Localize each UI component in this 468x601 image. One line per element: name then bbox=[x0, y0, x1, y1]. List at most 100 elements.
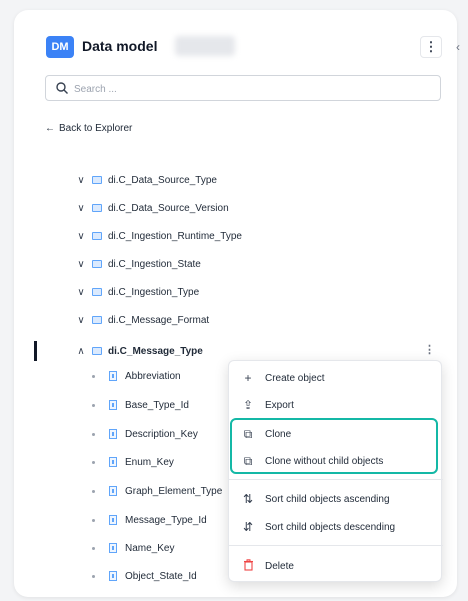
back-to-explorer-link[interactable]: ← Back to Explorer bbox=[45, 123, 132, 134]
menu-divider bbox=[229, 479, 443, 480]
row-kebab-icon[interactable]: ⋮ bbox=[424, 343, 435, 356]
tree-item[interactable]: ∨ di.C_Ingestion_State bbox=[74, 254, 201, 274]
panel-header: DM Data model ⋮ ‹ bbox=[30, 22, 460, 70]
plus-icon: + bbox=[244, 371, 252, 385]
menu-item-label: Sort child objects ascending bbox=[265, 493, 390, 505]
bullet-dot bbox=[92, 403, 95, 407]
menu-item-sort-ascending[interactable]: ⇅ Sort child objects ascending bbox=[229, 486, 443, 512]
menu-item-sort-descending[interactable]: ⇵ Sort child objects descending bbox=[229, 514, 443, 540]
tree-item-label: di.C_Data_Source_Version bbox=[108, 202, 229, 214]
list-item-label: Base_Type_Id bbox=[125, 399, 189, 411]
tree-item-label: di.C_Ingestion_State bbox=[108, 258, 201, 270]
table-icon bbox=[92, 232, 102, 240]
sort-ascending-icon: ⇅ bbox=[242, 492, 254, 506]
table-icon bbox=[92, 288, 102, 296]
bullet-dot bbox=[92, 574, 95, 578]
list-item[interactable]: Base_Type_Id bbox=[92, 395, 189, 415]
clone-icon: ⧉ bbox=[243, 426, 253, 441]
list-item-label: Abbreviation bbox=[125, 370, 181, 382]
sort-descending-icon: ⇵ bbox=[242, 520, 254, 534]
menu-item-clone[interactable]: ⧉ Clone bbox=[229, 421, 443, 447]
table-icon bbox=[92, 316, 102, 324]
bullet-dot bbox=[92, 374, 95, 378]
column-icon bbox=[109, 371, 117, 381]
bullet-dot bbox=[92, 518, 95, 522]
list-item[interactable]: Enum_Key bbox=[92, 452, 174, 472]
table-icon bbox=[92, 347, 102, 355]
menu-item-create-object[interactable]: + Create object bbox=[229, 365, 443, 391]
kebab-icon: ⋮ bbox=[424, 39, 438, 54]
bullet-dot bbox=[92, 460, 95, 464]
chevron-left-icon: ‹ bbox=[456, 40, 460, 54]
list-item[interactable]: Abbreviation bbox=[92, 366, 181, 386]
column-icon bbox=[109, 429, 117, 439]
list-item[interactable]: Message_Type_Id bbox=[92, 510, 207, 530]
list-item-label: Enum_Key bbox=[125, 456, 174, 468]
table-icon bbox=[92, 176, 102, 184]
list-item[interactable]: Graph_Element_Type bbox=[92, 481, 222, 501]
chevron-down-icon[interactable]: ∨ bbox=[74, 315, 88, 326]
selection-indicator bbox=[34, 341, 37, 361]
column-icon bbox=[109, 571, 117, 581]
tree-item[interactable]: ∨ di.C_Ingestion_Type bbox=[74, 282, 199, 302]
tree-item[interactable]: ∨ di.C_Data_Source_Version bbox=[74, 198, 229, 218]
menu-item-label: Sort child objects descending bbox=[265, 521, 396, 533]
bullet-dot bbox=[92, 546, 95, 550]
list-item-label: Name_Key bbox=[125, 542, 175, 554]
tree-item-selected[interactable]: ∧ di.C_Message_Type bbox=[74, 341, 203, 361]
tree-item-label: di.C_Data_Source_Type bbox=[108, 174, 217, 186]
more-options-button[interactable]: ⋮ bbox=[420, 36, 442, 58]
chevron-down-icon[interactable]: ∨ bbox=[74, 231, 88, 242]
list-item-label: Description_Key bbox=[125, 428, 198, 440]
collapse-panel-button[interactable]: ‹ bbox=[448, 36, 468, 58]
tree-item-label: di.C_Message_Format bbox=[108, 314, 210, 326]
search-field[interactable] bbox=[45, 75, 441, 101]
bullet-dot bbox=[92, 489, 95, 493]
menu-item-label: Export bbox=[265, 399, 294, 411]
menu-item-label: Delete bbox=[265, 560, 294, 572]
chevron-down-icon[interactable]: ∨ bbox=[74, 259, 88, 270]
redacted-name bbox=[175, 36, 235, 56]
list-item-label: Message_Type_Id bbox=[125, 514, 207, 526]
chevron-up-icon[interactable]: ∧ bbox=[74, 346, 88, 357]
bullet-dot bbox=[92, 432, 95, 436]
context-menu: + Create object ⇪ Export ⧉ Clone ⧉ Clone… bbox=[228, 360, 443, 582]
tree-item[interactable]: ∨ di.C_Data_Source_Type bbox=[74, 170, 217, 190]
menu-item-label: Create object bbox=[265, 372, 325, 384]
search-icon bbox=[56, 82, 68, 94]
tree-item-label: di.C_Message_Type bbox=[108, 345, 203, 357]
tree-item-label: di.C_Ingestion_Type bbox=[108, 286, 200, 298]
tree-item[interactable]: ∨ di.C_Ingestion_Runtime_Type bbox=[74, 226, 242, 246]
chevron-down-icon[interactable]: ∨ bbox=[74, 203, 88, 214]
panel-title: Data model bbox=[82, 38, 158, 54]
list-item[interactable]: Object_State_Id bbox=[92, 566, 197, 586]
chevron-down-icon[interactable]: ∨ bbox=[74, 175, 88, 186]
back-link-label: Back to Explorer bbox=[59, 123, 133, 134]
menu-item-label: Clone without child objects bbox=[265, 455, 384, 467]
menu-divider bbox=[229, 545, 443, 546]
export-icon: ⇪ bbox=[242, 398, 254, 412]
column-icon bbox=[109, 457, 117, 467]
chevron-down-icon[interactable]: ∨ bbox=[74, 287, 88, 298]
table-icon bbox=[92, 260, 102, 268]
list-item[interactable]: Name_Key bbox=[92, 538, 174, 558]
column-icon bbox=[109, 400, 117, 410]
menu-item-delete[interactable]: Delete bbox=[229, 553, 443, 579]
column-icon bbox=[109, 543, 117, 553]
clone-icon: ⧉ bbox=[243, 453, 253, 468]
column-icon bbox=[109, 486, 117, 496]
menu-item-label: Clone bbox=[265, 428, 292, 440]
menu-item-export[interactable]: ⇪ Export bbox=[229, 392, 443, 418]
arrow-left-icon: ← bbox=[45, 123, 55, 134]
list-item-label: Graph_Element_Type bbox=[125, 485, 223, 497]
column-icon bbox=[109, 515, 117, 525]
list-item[interactable]: Description_Key bbox=[92, 424, 198, 444]
trash-icon bbox=[241, 558, 255, 574]
dm-badge: DM bbox=[46, 36, 74, 58]
table-icon bbox=[92, 204, 102, 212]
menu-item-clone-without-children[interactable]: ⧉ Clone without child objects bbox=[229, 448, 443, 474]
list-item-label: Object_State_Id bbox=[125, 570, 197, 582]
tree-item-label: di.C_Ingestion_Runtime_Type bbox=[108, 230, 242, 242]
search-input[interactable] bbox=[74, 80, 414, 98]
tree-item[interactable]: ∨ di.C_Message_Format bbox=[74, 310, 209, 330]
